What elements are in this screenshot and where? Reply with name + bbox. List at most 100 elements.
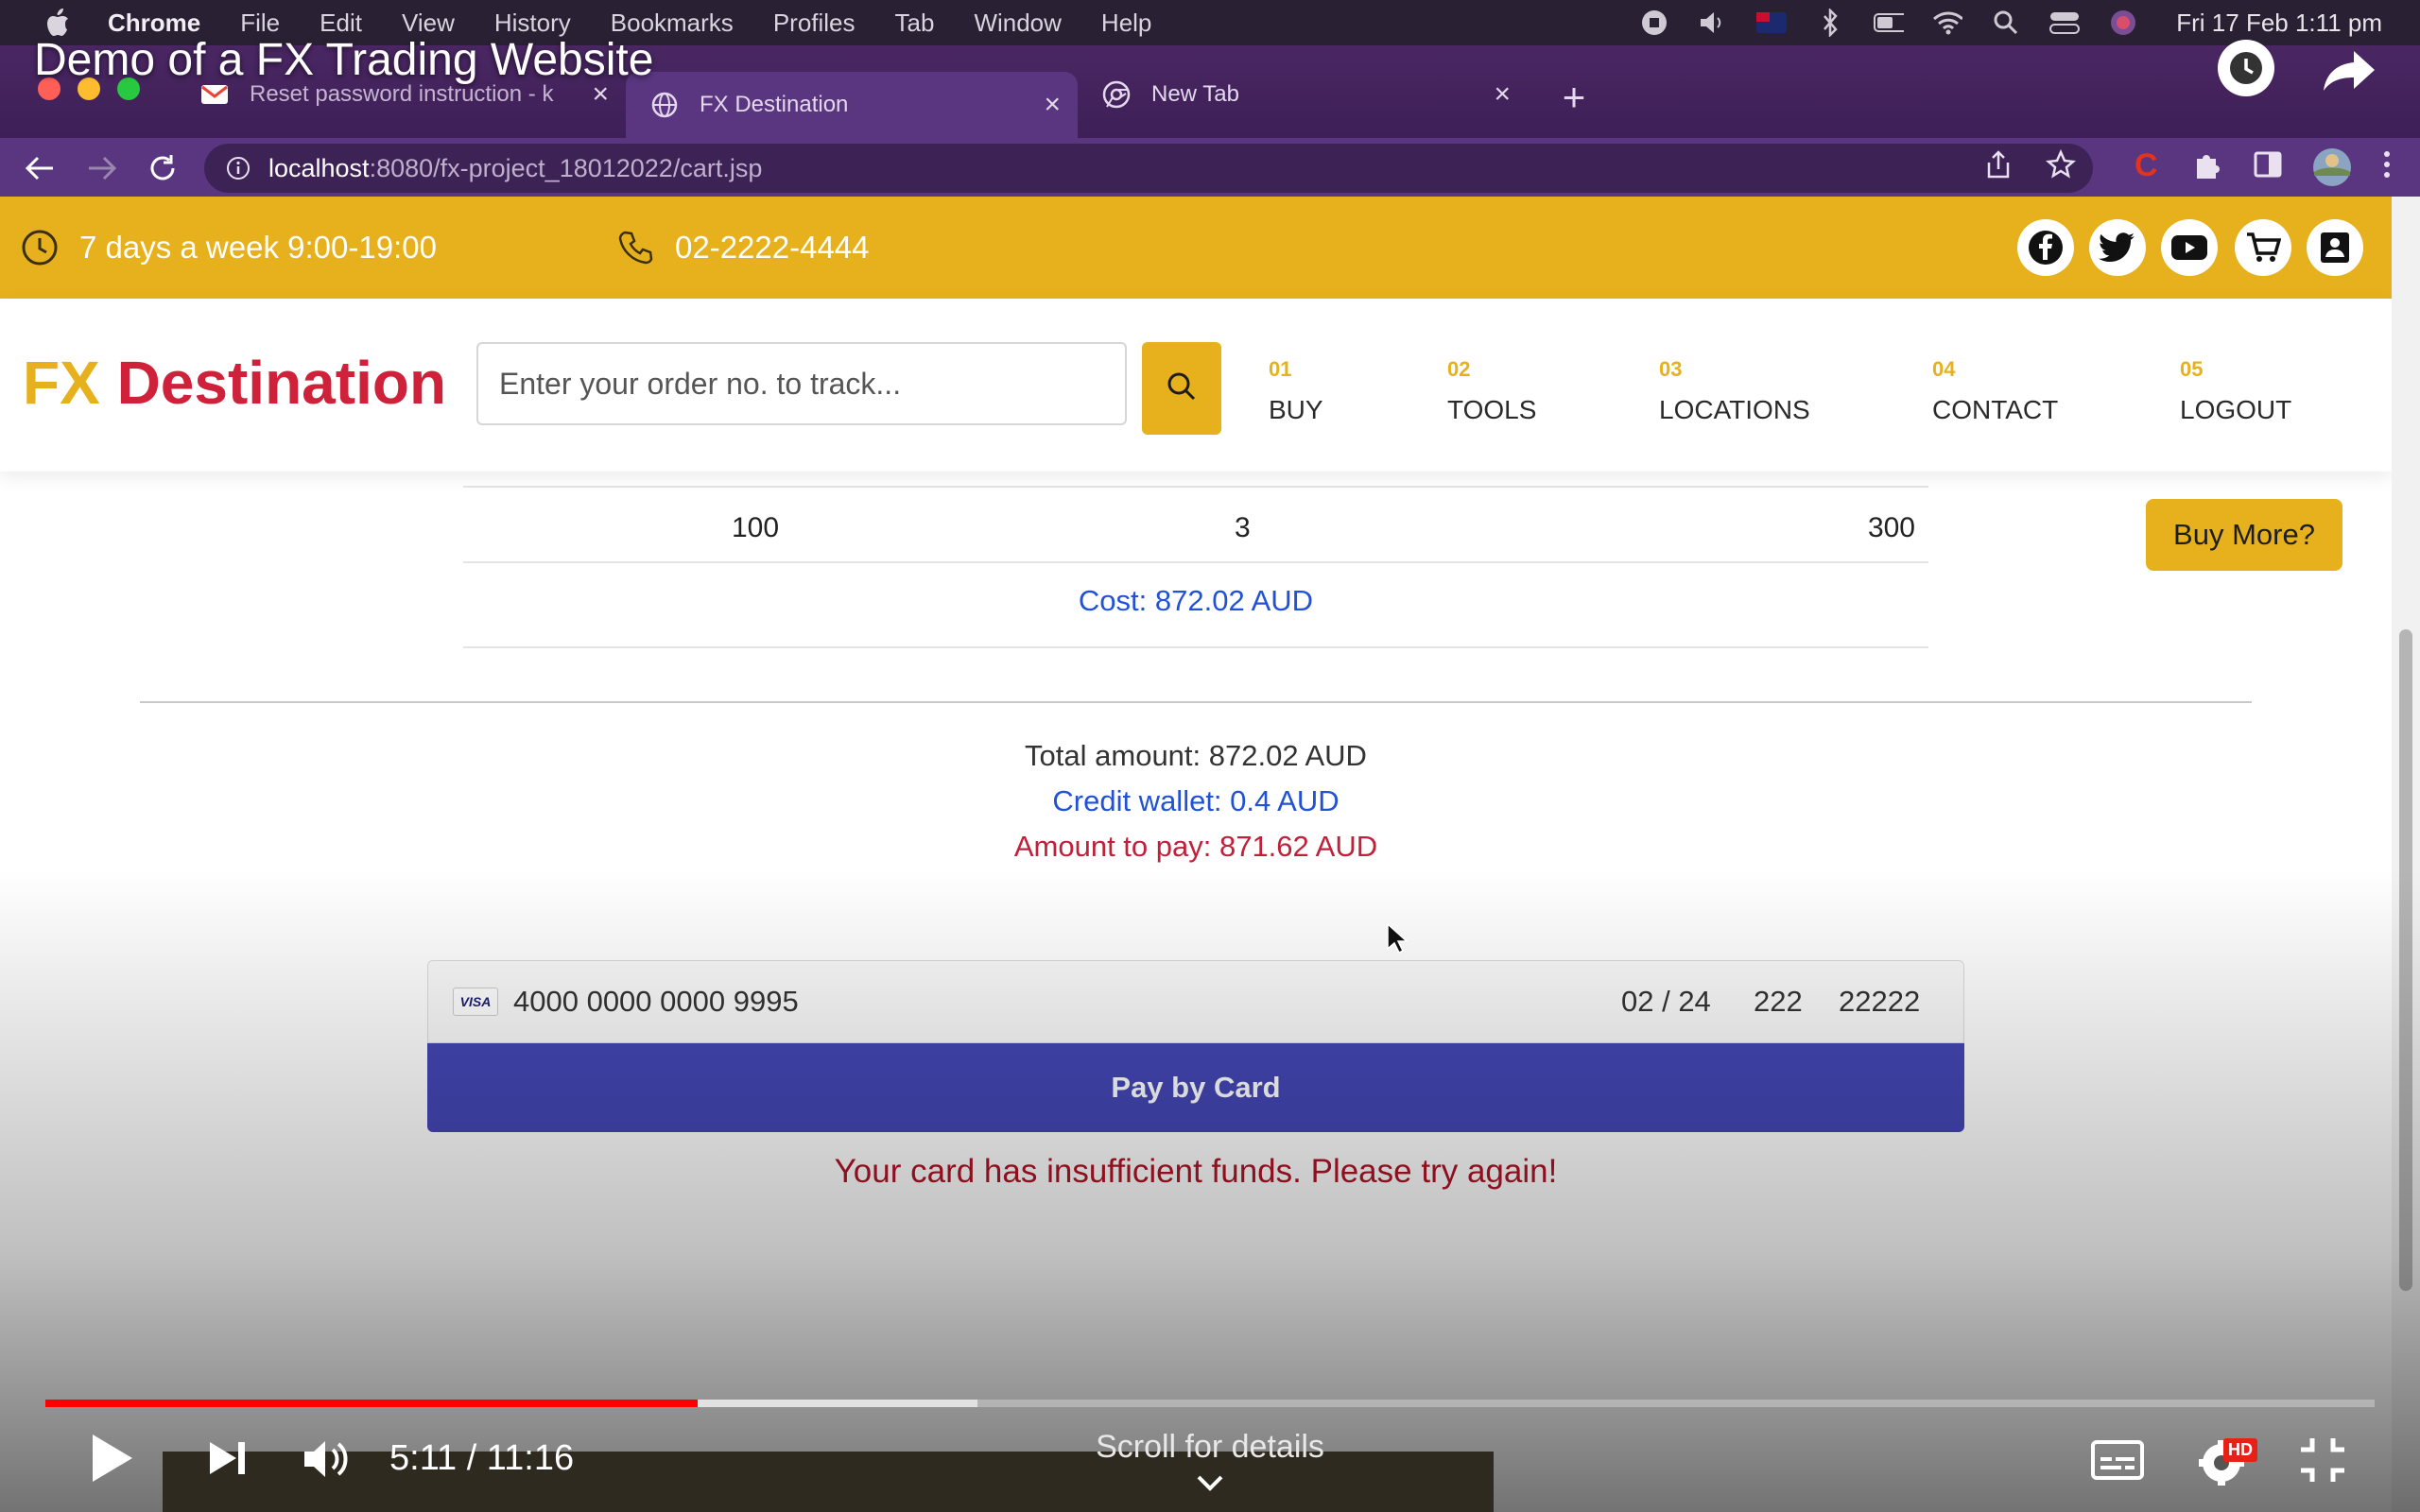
nav-contact[interactable]: 04 CONTACT bbox=[1932, 357, 2058, 425]
scroll-for-details[interactable]: Scroll for details bbox=[1040, 1429, 1380, 1466]
menu-file[interactable]: File bbox=[240, 9, 280, 38]
forward-arrow-icon[interactable] bbox=[83, 149, 121, 187]
bookmark-star-icon[interactable] bbox=[2046, 148, 2076, 184]
cart-amount: 300 bbox=[1867, 512, 1915, 543]
twitter-icon[interactable] bbox=[2089, 219, 2146, 276]
menu-help[interactable]: Help bbox=[1101, 9, 1151, 38]
search-icon bbox=[1165, 369, 1199, 408]
exit-fullscreen-icon[interactable] bbox=[2297, 1435, 2348, 1490]
spotlight-search-icon[interactable] bbox=[1991, 8, 2021, 38]
payment-error-message: Your card has insufficient funds. Please… bbox=[834, 1153, 1558, 1190]
menu-view[interactable]: View bbox=[402, 9, 455, 38]
close-tab-icon[interactable]: × bbox=[1044, 89, 1061, 121]
nav-tools[interactable]: 02 TOOLS bbox=[1447, 357, 1536, 425]
extension-c-icon[interactable]: C bbox=[2131, 147, 2163, 192]
menu-clock[interactable]: Fri 17 Feb 1:11 pm bbox=[2176, 9, 2382, 38]
info-top-bar: 7 days a week 9:00-19:00 02-2222-4444 bbox=[0, 197, 2392, 299]
card-cvc[interactable]: 222 bbox=[1754, 985, 1803, 1019]
nav-locations[interactable]: 03 LOCATIONS bbox=[1659, 357, 1810, 425]
account-icon[interactable] bbox=[2307, 219, 2363, 276]
menu-edit[interactable]: Edit bbox=[320, 9, 362, 38]
order-tracking-input[interactable]: Enter your order no. to track... bbox=[476, 342, 1127, 425]
next-video-icon[interactable] bbox=[206, 1438, 250, 1483]
settings-gear-icon[interactable]: HD bbox=[2195, 1433, 2257, 1494]
scrollbar-thumb[interactable] bbox=[2399, 629, 2412, 1291]
cart-denomination: 100 bbox=[732, 512, 780, 543]
logo-fx: FX bbox=[23, 349, 100, 417]
nav-label: LOCATIONS bbox=[1659, 395, 1810, 424]
battery-icon[interactable] bbox=[1874, 8, 1905, 38]
buy-more-button[interactable]: Buy More? bbox=[2146, 499, 2342, 571]
phone-number[interactable]: 02-2222-4444 bbox=[675, 230, 870, 266]
youtube-icon[interactable] bbox=[2161, 219, 2218, 276]
menu-history[interactable]: History bbox=[494, 9, 571, 38]
mouse-cursor-icon bbox=[1387, 922, 1409, 954]
nav-number: 05 bbox=[2180, 357, 2204, 381]
card-input-field[interactable]: VISA 4000 0000 0000 9995 02 / 24 222 222… bbox=[427, 960, 1964, 1043]
share-icon[interactable] bbox=[2316, 38, 2382, 104]
play-icon[interactable] bbox=[87, 1431, 134, 1490]
card-expiry[interactable]: 02 / 24 bbox=[1621, 985, 1711, 1019]
order-tracking-placeholder: Enter your order no. to track... bbox=[499, 366, 902, 401]
chrome-menu-icon[interactable] bbox=[2380, 147, 2394, 192]
video-title[interactable]: Demo of a FX Trading Website bbox=[34, 34, 653, 86]
wifi-icon[interactable] bbox=[1932, 8, 1963, 38]
pay-by-card-button[interactable]: Pay by Card bbox=[427, 1043, 1964, 1132]
share-page-icon[interactable] bbox=[1985, 149, 2012, 184]
card-number[interactable]: 4000 0000 0000 9995 bbox=[513, 985, 799, 1019]
address-bar[interactable]: localhost:8080/fx-project_18012022/cart.… bbox=[204, 144, 2093, 193]
cart-icon[interactable] bbox=[2235, 219, 2291, 276]
globe-icon bbox=[650, 91, 679, 119]
watch-later-icon[interactable] bbox=[2218, 40, 2274, 96]
side-panel-icon[interactable] bbox=[2252, 147, 2284, 192]
cart-quantity: 3 bbox=[1235, 512, 1251, 543]
chrome-icon bbox=[1102, 80, 1131, 109]
flag-icon[interactable] bbox=[1756, 8, 1788, 38]
siri-icon[interactable] bbox=[2108, 8, 2138, 38]
nav-label: TOOLS bbox=[1447, 395, 1537, 424]
new-tab-button[interactable]: + bbox=[1550, 74, 1598, 121]
tab-new-tab[interactable]: New Tab × bbox=[1078, 68, 1528, 121]
search-button[interactable] bbox=[1142, 342, 1221, 435]
amount-to-pay: Amount to pay: 871.62 AUD bbox=[1013, 830, 1378, 863]
subtitles-icon[interactable] bbox=[2091, 1440, 2144, 1485]
tab-label: FX Destination bbox=[700, 92, 849, 117]
hd-badge: HD bbox=[2223, 1438, 2257, 1462]
menu-bookmarks[interactable]: Bookmarks bbox=[611, 9, 734, 38]
tab-label: New Tab bbox=[1151, 81, 1239, 107]
profile-avatar[interactable] bbox=[2312, 147, 2352, 192]
site-info-icon[interactable] bbox=[225, 155, 251, 181]
section-divider bbox=[140, 701, 2252, 703]
reload-icon[interactable] bbox=[144, 149, 182, 187]
bluetooth-icon[interactable] bbox=[1815, 8, 1845, 38]
menu-window[interactable]: Window bbox=[974, 9, 1061, 38]
control-center-icon[interactable] bbox=[2049, 8, 2081, 38]
tab-fx-destination[interactable]: FX Destination × bbox=[626, 72, 1078, 138]
nav-logout[interactable]: 05 LOGOUT bbox=[2180, 357, 2291, 425]
extensions-puzzle-icon[interactable] bbox=[2191, 147, 2223, 192]
volume-icon[interactable] bbox=[301, 1436, 352, 1486]
logo-destination: Destination bbox=[116, 349, 447, 417]
close-tab-icon[interactable]: × bbox=[1494, 78, 1511, 111]
page-scrollbar[interactable] bbox=[2392, 197, 2420, 1512]
card-postcode[interactable]: 22222 bbox=[1839, 985, 1920, 1019]
nav-number: 04 bbox=[1932, 357, 1956, 381]
site-logo[interactable]: FX Destination bbox=[23, 348, 446, 418]
nav-buy[interactable]: 01 BUY bbox=[1269, 357, 1323, 425]
back-arrow-icon[interactable] bbox=[21, 149, 59, 187]
video-progress-bar[interactable] bbox=[45, 1400, 2375, 1407]
volume-icon[interactable] bbox=[1698, 8, 1728, 38]
nav-number: 01 bbox=[1269, 357, 1292, 381]
menu-chrome[interactable]: Chrome bbox=[108, 9, 200, 38]
menu-tab[interactable]: Tab bbox=[895, 9, 935, 38]
credit-wallet: Credit wallet: 0.4 AUD bbox=[1052, 784, 1340, 817]
facebook-icon[interactable] bbox=[2017, 219, 2074, 276]
nav-label: LOGOUT bbox=[2180, 395, 2292, 424]
business-hours: 7 days a week 9:00-19:00 bbox=[79, 230, 437, 265]
chevron-down-icon[interactable] bbox=[1193, 1469, 1227, 1497]
video-played bbox=[45, 1400, 698, 1407]
nav-label: CONTACT bbox=[1932, 395, 2059, 424]
menu-profiles[interactable]: Profiles bbox=[773, 9, 856, 38]
nav-number: 03 bbox=[1659, 357, 1683, 381]
screen-record-icon[interactable] bbox=[1639, 8, 1669, 38]
